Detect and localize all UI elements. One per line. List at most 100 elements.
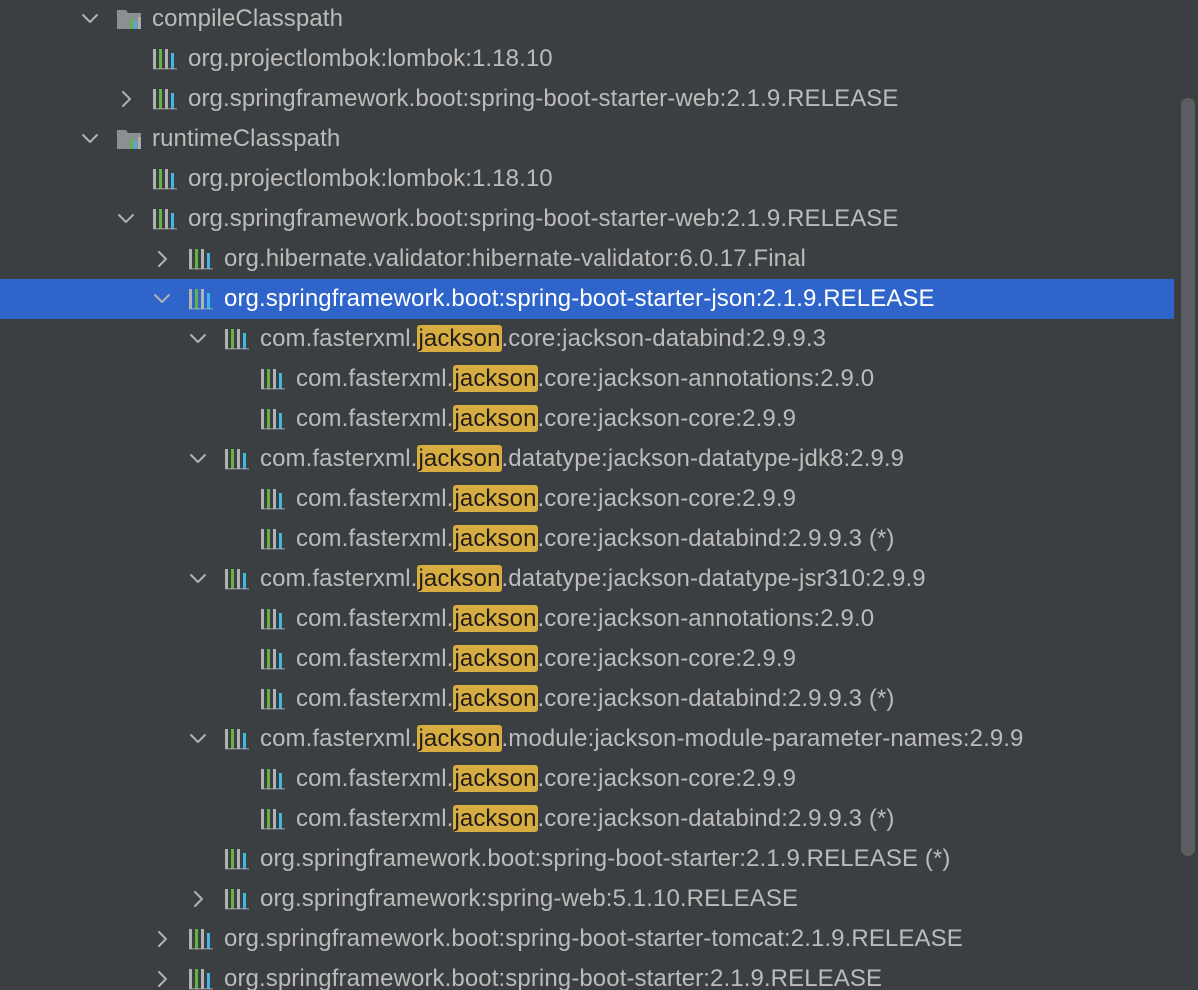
- tree-row-label: com.fasterxml.jackson.core:jackson-core:…: [296, 639, 796, 679]
- tree-row-label: compileClasspath: [152, 0, 343, 39]
- tree-row-label: org.springframework:spring-web:5.1.10.RE…: [260, 879, 798, 919]
- search-match-highlight: jackson: [453, 405, 538, 432]
- label-segment: .core:jackson-annotations:2.9.0: [537, 365, 875, 392]
- configuration-folder-icon: [116, 7, 144, 31]
- chevron-right-icon[interactable]: [186, 887, 210, 911]
- search-match-highlight: jackson: [417, 725, 502, 752]
- library-icon: [224, 847, 252, 871]
- library-icon: [224, 727, 252, 751]
- chevron-right-icon[interactable]: [150, 967, 174, 990]
- library-icon: [260, 367, 288, 391]
- tree-row[interactable]: com.fasterxml.jackson.datatype:jackson-d…: [0, 559, 1174, 599]
- label-segment: com.fasterxml.: [296, 525, 454, 552]
- tree-row[interactable]: com.fasterxml.jackson.datatype:jackson-d…: [0, 439, 1174, 479]
- tree-row-label: com.fasterxml.jackson.core:jackson-core:…: [296, 399, 796, 439]
- tree-row[interactable]: compileClasspath: [0, 0, 1174, 39]
- label-segment: .datatype:jackson-datatype-jdk8:2.9.9: [501, 445, 905, 472]
- tree-row-label: org.springframework.boot:spring-boot-sta…: [224, 919, 963, 959]
- label-segment: com.fasterxml.: [296, 365, 454, 392]
- tree-row-label: org.springframework.boot:spring-boot-sta…: [260, 839, 951, 879]
- chevron-down-icon[interactable]: [150, 287, 174, 311]
- tree-row-label: com.fasterxml.jackson.core:jackson-core:…: [296, 759, 796, 799]
- search-match-highlight: jackson: [453, 805, 538, 832]
- tree-row-label: org.springframework.boot:spring-boot-sta…: [188, 79, 899, 119]
- tree-row[interactable]: com.fasterxml.jackson.core:jackson-datab…: [0, 679, 1174, 719]
- tree-row[interactable]: com.fasterxml.jackson.module:jackson-mod…: [0, 719, 1174, 759]
- tree-row[interactable]: org.springframework.boot:spring-boot-sta…: [0, 279, 1174, 319]
- tree-row[interactable]: com.fasterxml.jackson.core:jackson-datab…: [0, 799, 1174, 839]
- library-icon: [260, 647, 288, 671]
- label-segment: .core:jackson-databind:2.9.9.3 (*): [537, 805, 895, 832]
- chevron-down-icon[interactable]: [114, 207, 138, 231]
- tree-row[interactable]: com.fasterxml.jackson.core:jackson-datab…: [0, 519, 1174, 559]
- tree-row-label: runtimeClasspath: [152, 119, 340, 159]
- vertical-scrollbar[interactable]: [1181, 98, 1195, 856]
- label-segment: .module:jackson-module-parameter-names:2…: [501, 725, 1024, 752]
- configuration-folder-icon: [116, 127, 144, 151]
- tree-row[interactable]: org.hibernate.validator:hibernate-valida…: [0, 239, 1174, 279]
- label-segment: com.fasterxml.: [260, 325, 418, 352]
- library-icon: [260, 487, 288, 511]
- label-segment: com.fasterxml.: [260, 445, 418, 472]
- library-icon: [188, 287, 216, 311]
- tree-row-label: com.fasterxml.jackson.core:jackson-core:…: [296, 479, 796, 519]
- chevron-right-icon[interactable]: [150, 247, 174, 271]
- label-segment: .core:jackson-databind:2.9.9.3 (*): [537, 685, 895, 712]
- tree-row[interactable]: runtimeClasspath: [0, 119, 1174, 159]
- search-match-highlight: jackson: [453, 765, 538, 792]
- chevron-right-icon[interactable]: [150, 927, 174, 951]
- search-match-highlight: jackson: [417, 325, 502, 352]
- tree-row-label: org.springframework.boot:spring-boot-sta…: [224, 959, 882, 990]
- tree-row-label: org.projectlombok:lombok:1.18.10: [188, 39, 553, 79]
- label-segment: com.fasterxml.: [260, 725, 418, 752]
- label-segment: com.fasterxml.: [296, 485, 454, 512]
- chevron-right-icon[interactable]: [114, 87, 138, 111]
- library-icon: [152, 87, 180, 111]
- tree-row[interactable]: com.fasterxml.jackson.core:jackson-core:…: [0, 759, 1174, 799]
- search-match-highlight: jackson: [453, 525, 538, 552]
- tree-row[interactable]: org.springframework:spring-web:5.1.10.RE…: [0, 879, 1174, 919]
- tree-row-label: com.fasterxml.jackson.module:jackson-mod…: [260, 719, 1024, 759]
- tree-row[interactable]: com.fasterxml.jackson.core:jackson-core:…: [0, 399, 1174, 439]
- tree-row[interactable]: com.fasterxml.jackson.core:jackson-annot…: [0, 359, 1174, 399]
- label-segment: .core:jackson-databind:2.9.9.3 (*): [537, 525, 895, 552]
- tree-row[interactable]: org.projectlombok:lombok:1.18.10: [0, 39, 1174, 79]
- search-match-highlight: jackson: [453, 365, 538, 392]
- tree-row-label: com.fasterxml.jackson.datatype:jackson-d…: [260, 559, 926, 599]
- chevron-down-icon[interactable]: [186, 567, 210, 591]
- label-segment: org.springframework.boot:spring-boot-sta…: [260, 845, 951, 872]
- chevron-down-icon[interactable]: [186, 447, 210, 471]
- tree-row[interactable]: org.springframework.boot:spring-boot-sta…: [0, 959, 1174, 990]
- label-segment: org.springframework.boot:spring-boot-sta…: [224, 285, 935, 312]
- library-icon: [260, 607, 288, 631]
- label-segment: com.fasterxml.: [296, 605, 454, 632]
- tree-row-label: org.springframework.boot:spring-boot-sta…: [188, 199, 899, 239]
- library-icon: [260, 767, 288, 791]
- tree-row[interactable]: com.fasterxml.jackson.core:jackson-annot…: [0, 599, 1174, 639]
- library-icon: [152, 207, 180, 231]
- library-icon: [188, 967, 216, 990]
- chevron-down-icon[interactable]: [78, 127, 102, 151]
- tree-row[interactable]: org.springframework.boot:spring-boot-sta…: [0, 839, 1174, 879]
- library-icon: [188, 927, 216, 951]
- label-segment: com.fasterxml.: [296, 645, 454, 672]
- chevron-down-icon[interactable]: [186, 327, 210, 351]
- tree-row[interactable]: org.projectlombok:lombok:1.18.10: [0, 159, 1174, 199]
- label-segment: .core:jackson-databind:2.9.9.3: [501, 325, 827, 352]
- tree-row[interactable]: org.springframework.boot:spring-boot-sta…: [0, 919, 1174, 959]
- tree-row[interactable]: com.fasterxml.jackson.core:jackson-core:…: [0, 479, 1174, 519]
- tree-row[interactable]: com.fasterxml.jackson.core:jackson-core:…: [0, 639, 1174, 679]
- chevron-down-icon[interactable]: [186, 727, 210, 751]
- tree-row-label: com.fasterxml.jackson.core:jackson-datab…: [296, 799, 894, 839]
- chevron-down-icon[interactable]: [78, 7, 102, 31]
- library-icon: [260, 687, 288, 711]
- library-icon: [152, 167, 180, 191]
- tree-row[interactable]: com.fasterxml.jackson.core:jackson-datab…: [0, 319, 1174, 359]
- tree-row[interactable]: org.springframework.boot:spring-boot-sta…: [0, 79, 1174, 119]
- tree-row-label: com.fasterxml.jackson.core:jackson-annot…: [296, 599, 874, 639]
- library-icon: [224, 887, 252, 911]
- tree-row[interactable]: org.springframework.boot:spring-boot-sta…: [0, 199, 1174, 239]
- label-segment: com.fasterxml.: [296, 765, 454, 792]
- tree-row-label: com.fasterxml.jackson.core:jackson-datab…: [260, 319, 826, 359]
- label-segment: com.fasterxml.: [296, 405, 454, 432]
